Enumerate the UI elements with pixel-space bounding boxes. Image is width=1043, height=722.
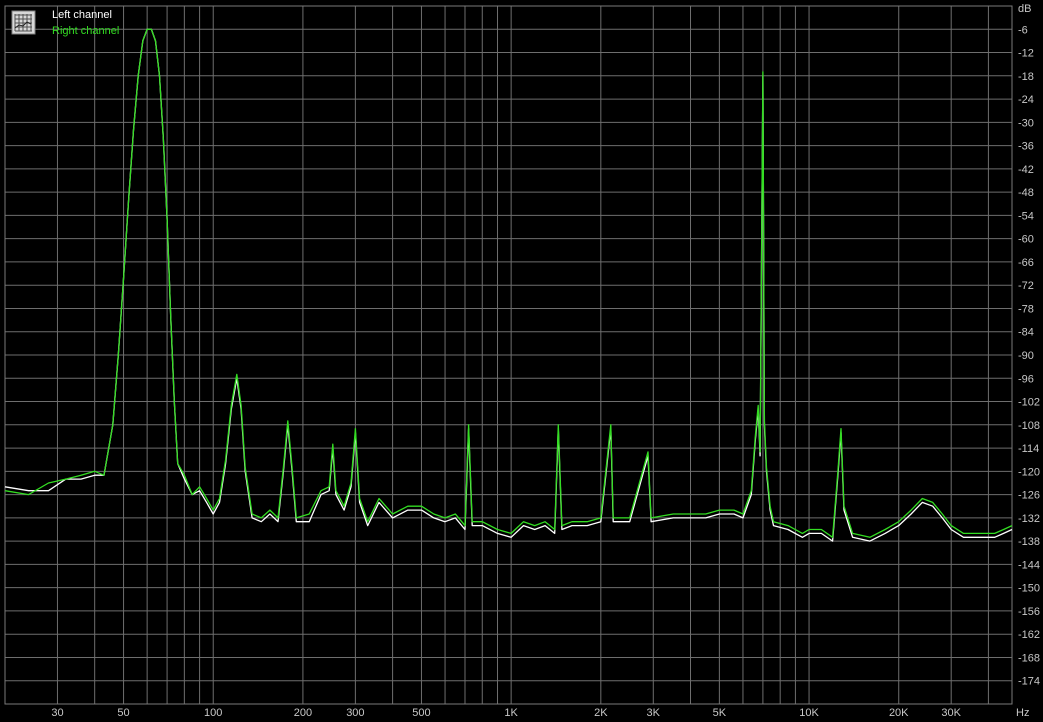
x-tick-label: 10K: [799, 707, 819, 719]
x-tick-label: 300: [346, 707, 364, 719]
x-tick-label: 20K: [889, 707, 909, 719]
y-tick-label: -120: [1018, 466, 1040, 478]
y-tick-label: -96: [1018, 373, 1034, 385]
y-tick-label: -42: [1018, 164, 1034, 176]
y-tick-label: -24: [1018, 94, 1034, 106]
plot-background: [0, 0, 1043, 722]
y-tick-label: -6: [1018, 24, 1028, 36]
y-tick-label: -12: [1018, 48, 1034, 60]
y-tick-label: -54: [1018, 210, 1034, 222]
x-tick-label: 1K: [504, 707, 518, 719]
y-tick-label: -48: [1018, 187, 1034, 199]
y-tick-label: -84: [1018, 327, 1034, 339]
x-tick-label: 5K: [713, 707, 727, 719]
x-tick-label: 200: [294, 707, 312, 719]
y-tick-label: -78: [1018, 303, 1034, 315]
y-unit-label: dB: [1018, 3, 1031, 15]
spectrum-chart: -6 -12 -18 -24 -30 -36 -42 -48 -54 -60 -66 -72 -78 -8…: [0, 0, 1043, 722]
x-tick-label: 50: [117, 707, 129, 719]
y-tick-label: -102: [1018, 397, 1040, 409]
y-tick-label: -174: [1018, 676, 1040, 688]
y-tick-label: -108: [1018, 420, 1040, 432]
y-tick-label: -162: [1018, 629, 1040, 641]
x-tick-label: 3K: [647, 707, 661, 719]
y-tick-label: -138: [1018, 536, 1040, 548]
x-tick-label: 30: [51, 707, 63, 719]
x-tick-label: 500: [412, 707, 430, 719]
y-tick-label: -66: [1018, 257, 1034, 269]
y-tick-label: -60: [1018, 234, 1034, 246]
x-tick-label: 30K: [941, 707, 961, 719]
y-tick-label: -144: [1018, 559, 1040, 571]
y-tick-label: -30: [1018, 117, 1034, 129]
y-tick-label: -18: [1018, 71, 1034, 83]
y-tick-label: -168: [1018, 652, 1040, 664]
y-tick-label: -126: [1018, 490, 1040, 502]
x-tick-label: 2K: [594, 707, 608, 719]
x-tick-label: 100: [204, 707, 222, 719]
x-unit-label: Hz: [1016, 707, 1029, 719]
y-tick-label: -36: [1018, 141, 1034, 153]
legend-left-channel: Left channel: [52, 9, 112, 21]
legend-right-channel: Right channel: [52, 25, 119, 37]
y-tick-label: -156: [1018, 606, 1040, 618]
y-tick-label: -114: [1018, 443, 1039, 455]
y-tick-label: -72: [1018, 280, 1034, 292]
y-tick-label: -150: [1018, 583, 1040, 595]
y-tick-label: -90: [1018, 350, 1034, 362]
y-tick-label: -132: [1018, 513, 1040, 525]
